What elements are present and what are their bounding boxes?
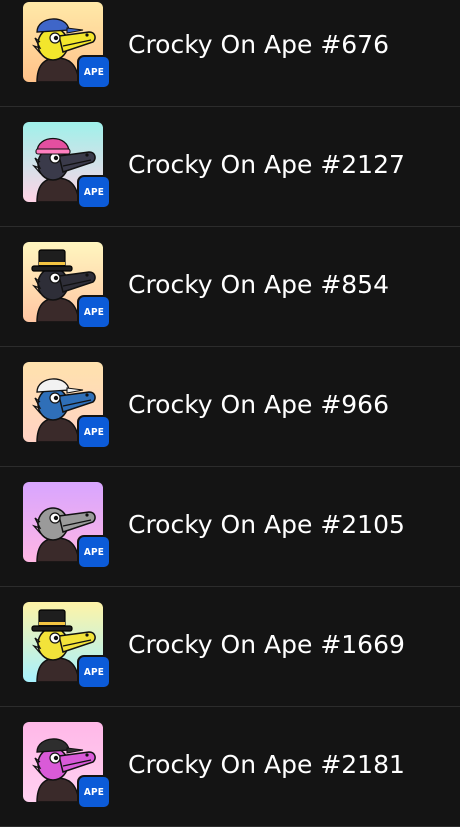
ape-chain-badge: APE [77,535,111,569]
nft-list: APE Crocky On Ape #676 APE Crocky On Ape… [0,0,460,827]
nft-name: Crocky On Ape #2127 [128,150,405,179]
nft-name: Crocky On Ape #2105 [128,510,405,539]
nft-name: Crocky On Ape #676 [128,30,389,59]
ape-chain-badge: APE [77,775,111,809]
nft-name: Crocky On Ape #1669 [128,630,405,659]
nft-list-item[interactable]: APE Crocky On Ape #2127 [0,107,460,227]
nft-list-item[interactable]: APE Crocky On Ape #2105 [0,467,460,587]
ape-chain-badge: APE [77,55,111,89]
nft-list-item[interactable]: APE Crocky On Ape #966 [0,347,460,467]
ape-chain-badge: APE [77,175,111,209]
ape-chain-badge: APE [77,655,111,689]
ape-chain-badge: APE [77,415,111,449]
nft-list-item[interactable]: APE Crocky On Ape #1669 [0,587,460,707]
nft-list-item[interactable]: APE Crocky On Ape #676 [0,0,460,107]
nft-list-item[interactable]: APE Crocky On Ape #2181 [0,707,460,827]
nft-name: Crocky On Ape #966 [128,390,389,419]
nft-name: Crocky On Ape #2181 [128,750,405,779]
nft-name: Crocky On Ape #854 [128,270,389,299]
nft-list-item[interactable]: APE Crocky On Ape #854 [0,227,460,347]
ape-chain-badge: APE [77,295,111,329]
